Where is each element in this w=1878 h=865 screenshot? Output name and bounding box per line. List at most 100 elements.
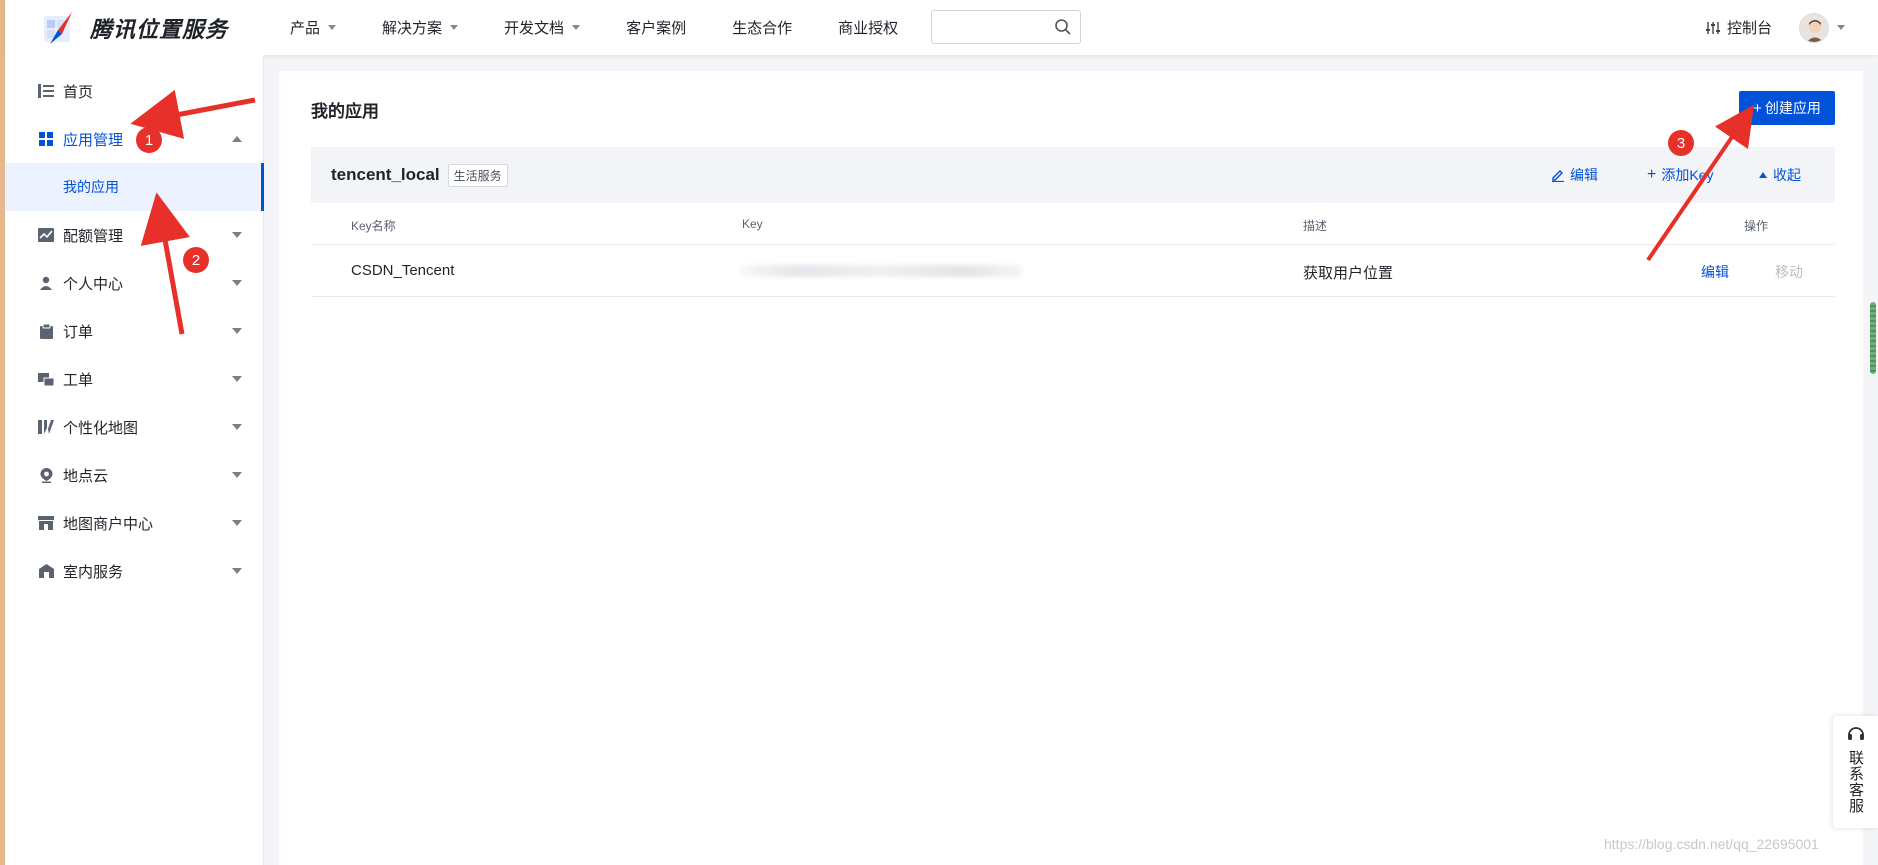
search-box (931, 10, 1081, 44)
sidebar-item-orders[interactable]: 订单 (5, 307, 264, 355)
custom-map-icon (38, 419, 54, 435)
nav-licensing[interactable]: 商业授权 (838, 17, 898, 38)
app-name: tencent_local (331, 165, 440, 184)
add-key-label: 添加Key (1661, 167, 1714, 183)
column-header: 操作 (1744, 219, 1769, 233)
building-icon (38, 563, 54, 579)
sidebar-item-label: 工单 (63, 371, 94, 389)
main-content: 我的应用 + 创建应用 tencent_local 生活服务 编辑 + 添加Ke… (279, 71, 1863, 865)
watermark: https://blog.csdn.net/qq_22695001 (1604, 836, 1819, 852)
sidebar-item-quota[interactable]: 配额管理 (5, 211, 264, 259)
key-desc-cell: 获取用户位置 (1303, 265, 1394, 282)
column-header: Key (742, 217, 763, 231)
chevron-down-icon (232, 424, 242, 430)
sidebar-item-tickets[interactable]: 工单 (5, 355, 264, 403)
sidebar-item-label: 地图商户中心 (63, 515, 154, 533)
sidebar-subitem-label: 我的应用 (63, 179, 119, 195)
sidebar-item-indoor[interactable]: 室内服务 (5, 547, 264, 595)
annotation-badge: 3 (1668, 130, 1694, 156)
sidebar-item-label: 配额管理 (63, 227, 124, 245)
chevron-up-icon (232, 136, 242, 142)
avatar-icon (1806, 20, 1824, 42)
sidebar-item-label: 室内服务 (63, 563, 124, 581)
plus-icon: + (1753, 99, 1762, 117)
brand-logo[interactable]: 腾讯位置服务 (42, 10, 228, 46)
column-header: 描述 (1303, 219, 1328, 233)
edit-icon (1552, 170, 1564, 182)
location-pin-icon (38, 467, 54, 483)
sidebar-item-app-management[interactable]: 应用管理 (5, 115, 264, 163)
sidebar-item-personal[interactable]: 个人中心 (5, 259, 264, 307)
key-table-header: Key名称 Key 描述 操作 (311, 203, 1835, 245)
clipboard-icon (38, 323, 54, 339)
plus-icon: + (1647, 166, 1657, 183)
user-avatar[interactable] (1799, 13, 1829, 43)
collapse-button[interactable]: 收起 (1759, 165, 1801, 185)
app-category-tag: 生活服务 (447, 163, 508, 187)
brand-logo-icon (42, 10, 78, 46)
nav-solutions[interactable]: 解决方案 (382, 17, 459, 38)
chevron-down-icon (232, 280, 242, 286)
annotation-badge: 1 (136, 127, 162, 153)
chevron-down-icon (232, 232, 242, 238)
support-label: 联系客服 (1847, 750, 1864, 814)
grid-icon (38, 131, 54, 147)
row-edit-link[interactable]: 编辑 (1701, 262, 1729, 282)
nav-label: 商业授权 (838, 20, 899, 37)
scrollbar-thumb[interactable] (1870, 302, 1876, 374)
chevron-down-icon (328, 25, 337, 30)
sidebar-item-place-cloud[interactable]: 地点云 (5, 451, 264, 499)
main-nav: 产品 解决方案 开发文档 客户案例 生态合作 商业授权 (290, 17, 944, 38)
sidebar-item-label: 订单 (63, 323, 94, 341)
nav-ecosystem[interactable]: 生态合作 (732, 17, 792, 38)
nav-label: 生态合作 (732, 20, 793, 37)
caret-up-icon (1759, 172, 1767, 178)
sidebar-item-custom-map[interactable]: 个性化地图 (5, 403, 264, 451)
add-key-button[interactable]: + 添加Key (1647, 165, 1713, 185)
chart-icon (38, 227, 54, 243)
chevron-down-icon (450, 25, 459, 30)
sidebar: 首页 应用管理 我的应用 配额管理 个人中心 订单 工单 个性化地图 地点云 地… (5, 55, 264, 865)
sidebar-subitem-my-apps[interactable]: 我的应用 (5, 163, 264, 211)
sidebar-item-label: 首页 (63, 83, 94, 101)
chevron-down-icon (232, 376, 242, 382)
page-title: 我的应用 (311, 102, 379, 121)
search-icon[interactable] (1054, 18, 1072, 36)
sidebar-item-label: 地点云 (63, 467, 109, 485)
chevron-down-icon (232, 520, 242, 526)
chevron-down-icon[interactable] (1837, 25, 1845, 30)
sidebar-item-label: 个人中心 (63, 275, 124, 293)
ticket-icon (38, 371, 54, 387)
app-card: tencent_local 生活服务 编辑 + 添加Key 收起 Key名称 K… (311, 147, 1835, 297)
chevron-down-icon (232, 328, 242, 334)
nav-cases[interactable]: 客户案例 (626, 17, 686, 38)
nav-label: 客户案例 (626, 20, 687, 37)
headset-icon (1847, 727, 1864, 740)
sidebar-item-label: 个性化地图 (63, 419, 139, 437)
create-app-button[interactable]: + 创建应用 (1739, 91, 1835, 125)
key-value-blurred (739, 265, 1023, 277)
sidebar-item-label: 应用管理 (63, 131, 124, 149)
store-icon (38, 515, 54, 531)
chevron-down-icon (572, 25, 581, 30)
nav-label: 开发文档 (504, 20, 565, 37)
contact-support-button[interactable]: 联系客服 (1833, 716, 1878, 828)
console-label: 控制台 (1727, 20, 1773, 37)
nav-products[interactable]: 产品 (290, 17, 337, 38)
sidebar-item-merchant-center[interactable]: 地图商户中心 (5, 499, 264, 547)
edit-app-button[interactable]: 编辑 (1551, 165, 1598, 185)
console-link[interactable]: 控制台 (1705, 17, 1772, 38)
nav-docs[interactable]: 开发文档 (504, 17, 581, 38)
chevron-down-icon (232, 472, 242, 478)
search-input[interactable] (940, 11, 1050, 43)
collapse-label: 收起 (1773, 167, 1801, 183)
column-header: Key名称 (351, 219, 396, 233)
list-icon (38, 83, 54, 99)
edit-app-label: 编辑 (1570, 167, 1598, 183)
sidebar-item-home[interactable]: 首页 (5, 67, 264, 115)
annotation-badge: 2 (183, 247, 209, 273)
row-move-link[interactable]: 移动 (1775, 262, 1803, 282)
chevron-down-icon (232, 568, 242, 574)
nav-label: 解决方案 (382, 20, 443, 37)
brand-name: 腾讯位置服务 (90, 16, 229, 42)
